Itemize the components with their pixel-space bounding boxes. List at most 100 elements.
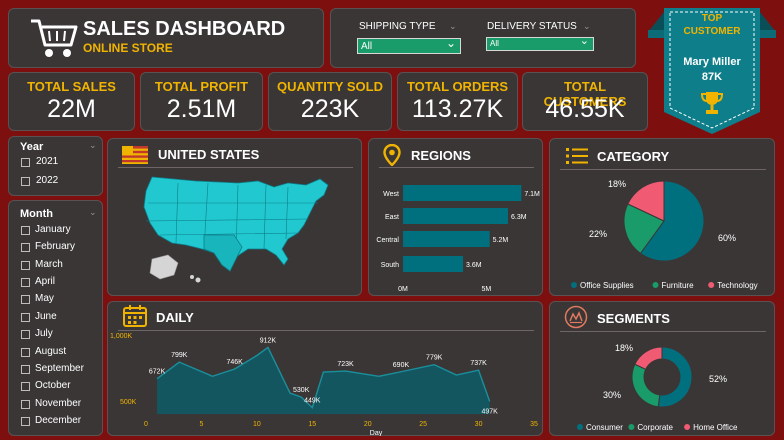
region-bar bbox=[403, 231, 490, 247]
month-checkbox-march[interactable] bbox=[21, 261, 30, 270]
delivery-status-value: All bbox=[490, 39, 499, 48]
shipping-type-dropdown[interactable]: All ⌄ bbox=[357, 36, 461, 54]
regions-title: REGIONS bbox=[411, 148, 471, 163]
year-checkbox-2021[interactable] bbox=[21, 158, 30, 167]
top-customer-heading-2: CUSTOMER bbox=[683, 26, 741, 37]
regions-bar-chart[interactable]: West 7.1M East 6.3M Central 5.2M South 3.6M 0M 5M bbox=[369, 175, 544, 293]
segments-panel: SEGMENTS 52% 30% 18% Consumer Corporate Home … bbox=[549, 301, 775, 436]
daily-data-label: 672K bbox=[149, 369, 166, 376]
kpi-value: 2.51M bbox=[166, 95, 237, 123]
daily-data-label: 779K bbox=[426, 355, 443, 362]
daily-y-tick: 500K bbox=[120, 399, 137, 406]
map-title: UNITED STATES bbox=[158, 147, 260, 162]
daily-data-label: 912K bbox=[260, 337, 277, 344]
month-checkbox-june[interactable] bbox=[21, 313, 30, 322]
pie-value-label: 18% bbox=[608, 179, 626, 189]
month-option-label: January bbox=[35, 224, 71, 235]
kpi-value: 46.55K bbox=[545, 95, 625, 123]
daily-data-label: 449K bbox=[304, 398, 321, 405]
delivery-status-dropdown[interactable]: All ⌄ bbox=[486, 35, 594, 51]
month-checkbox-january[interactable] bbox=[21, 226, 30, 235]
kpi-value: 223K bbox=[300, 95, 360, 123]
kpi-label: QUANTITY SOLD bbox=[277, 79, 383, 94]
legend-marker bbox=[577, 424, 583, 430]
legend-marker bbox=[652, 282, 659, 288]
pie-value-label: 60% bbox=[718, 233, 736, 243]
pie-slice bbox=[657, 346, 693, 408]
region-axis-tick: 5M bbox=[481, 286, 491, 293]
month-checkbox-may[interactable] bbox=[21, 295, 30, 304]
daily-x-tick: 0 bbox=[144, 421, 148, 428]
region-value-label: 7.1M bbox=[524, 191, 540, 198]
daily-x-tick: 30 bbox=[475, 421, 483, 428]
month-option-label: December bbox=[35, 415, 82, 426]
us-map[interactable] bbox=[138, 173, 338, 291]
daily-data-label: 530K bbox=[293, 387, 310, 394]
chevron-down-icon: ⌄ bbox=[449, 21, 457, 31]
month-checkbox-september[interactable] bbox=[21, 365, 30, 374]
region-label: South bbox=[381, 262, 399, 269]
daily-x-tick: 10 bbox=[253, 421, 261, 428]
year-slicer-title: Year bbox=[20, 141, 44, 153]
kpi-card-quantity-sold: QUANTITY SOLD 223K bbox=[268, 72, 392, 131]
month-option-label: February bbox=[35, 241, 76, 252]
kpi-card-total-customers: TOTAL CUSTOMERS 46.55K bbox=[522, 72, 648, 131]
top-customer-badge: TOP CUSTOMER Mary Miller 87K bbox=[648, 4, 776, 136]
us-flag-icon bbox=[122, 146, 148, 164]
top-customer-heading-1: TOP bbox=[701, 13, 723, 24]
daily-data-label: 746K bbox=[227, 359, 244, 366]
list-icon bbox=[566, 148, 588, 164]
title-divider bbox=[560, 169, 766, 170]
chevron-down-icon[interactable]: ⌄ bbox=[89, 207, 97, 218]
dashboard-subtitle: ONLINE STORE bbox=[83, 41, 173, 55]
month-checkbox-december[interactable] bbox=[21, 417, 30, 426]
alaska-shape bbox=[149, 254, 179, 280]
year-option-label: 2022 bbox=[36, 175, 59, 186]
legend-marker bbox=[684, 424, 691, 430]
pie-slice bbox=[634, 346, 663, 371]
daily-area-chart[interactable]: 672K 799K 746K 912K 530K 449K 723K 690K 779K 737K… bbox=[108, 328, 544, 436]
chevron-down-icon[interactable]: ⌄ bbox=[89, 140, 97, 151]
legend-label: Furniture bbox=[662, 281, 695, 290]
daily-x-axis-label: Day bbox=[370, 430, 383, 436]
month-checkbox-november[interactable] bbox=[21, 400, 30, 409]
title-divider bbox=[118, 167, 353, 168]
kpi-card-total-sales: TOTAL SALES 22M bbox=[8, 72, 135, 131]
location-pin-icon bbox=[383, 144, 401, 166]
daily-panel: DAILY 672K 799K 746K 912K 530K 449K 723K 690K 77… bbox=[107, 301, 543, 436]
daily-data-label: 723K bbox=[337, 361, 354, 368]
kpi-value: 113.27K bbox=[411, 95, 504, 123]
month-checkbox-april[interactable] bbox=[21, 278, 30, 287]
daily-x-tick: 25 bbox=[419, 421, 427, 428]
month-slicer: Month ⌄ January February March April May… bbox=[8, 200, 103, 436]
month-option-label: July bbox=[35, 328, 53, 339]
daily-x-tick: 15 bbox=[308, 421, 316, 428]
year-option-label: 2021 bbox=[36, 156, 59, 167]
region-label: Central bbox=[376, 237, 399, 244]
month-checkbox-august[interactable] bbox=[21, 348, 30, 357]
region-bar bbox=[403, 208, 508, 224]
region-value-label: 6.3M bbox=[511, 214, 527, 221]
category-title: CATEGORY bbox=[597, 149, 670, 164]
category-pie-chart[interactable]: 60% 22% 18% Office Supplies Furniture Technol… bbox=[550, 171, 776, 295]
daily-y-tick: 1,000K bbox=[110, 333, 133, 340]
hawaii-shape bbox=[190, 275, 194, 279]
chevron-down-icon: ⌄ bbox=[579, 35, 589, 47]
daily-x-tick: 5 bbox=[199, 421, 203, 428]
month-option-label: April bbox=[35, 276, 56, 287]
delivery-status-label: DELIVERY STATUS bbox=[487, 21, 577, 32]
top-customer-value: 87K bbox=[701, 71, 723, 83]
legend-marker bbox=[628, 424, 635, 430]
segments-donut-chart[interactable]: 52% 30% 18% Consumer Corporate Home Office bbox=[550, 332, 776, 436]
legend-label: Consumer bbox=[586, 423, 623, 432]
year-checkbox-2022[interactable] bbox=[21, 177, 30, 186]
pie-slice bbox=[631, 363, 661, 408]
filters-panel: SHIPPING TYPE ⌄ All ⌄ DELIVERY STATUS ⌄ … bbox=[330, 8, 636, 68]
dashboard-title: SALES DASHBOARD bbox=[83, 18, 286, 40]
month-checkbox-july[interactable] bbox=[21, 330, 30, 339]
month-checkbox-february[interactable] bbox=[21, 243, 30, 252]
month-checkbox-october[interactable] bbox=[21, 382, 30, 391]
legend-label: Corporate bbox=[637, 423, 673, 432]
month-option-label: March bbox=[35, 259, 63, 270]
shipping-type-label: SHIPPING TYPE bbox=[359, 21, 436, 32]
